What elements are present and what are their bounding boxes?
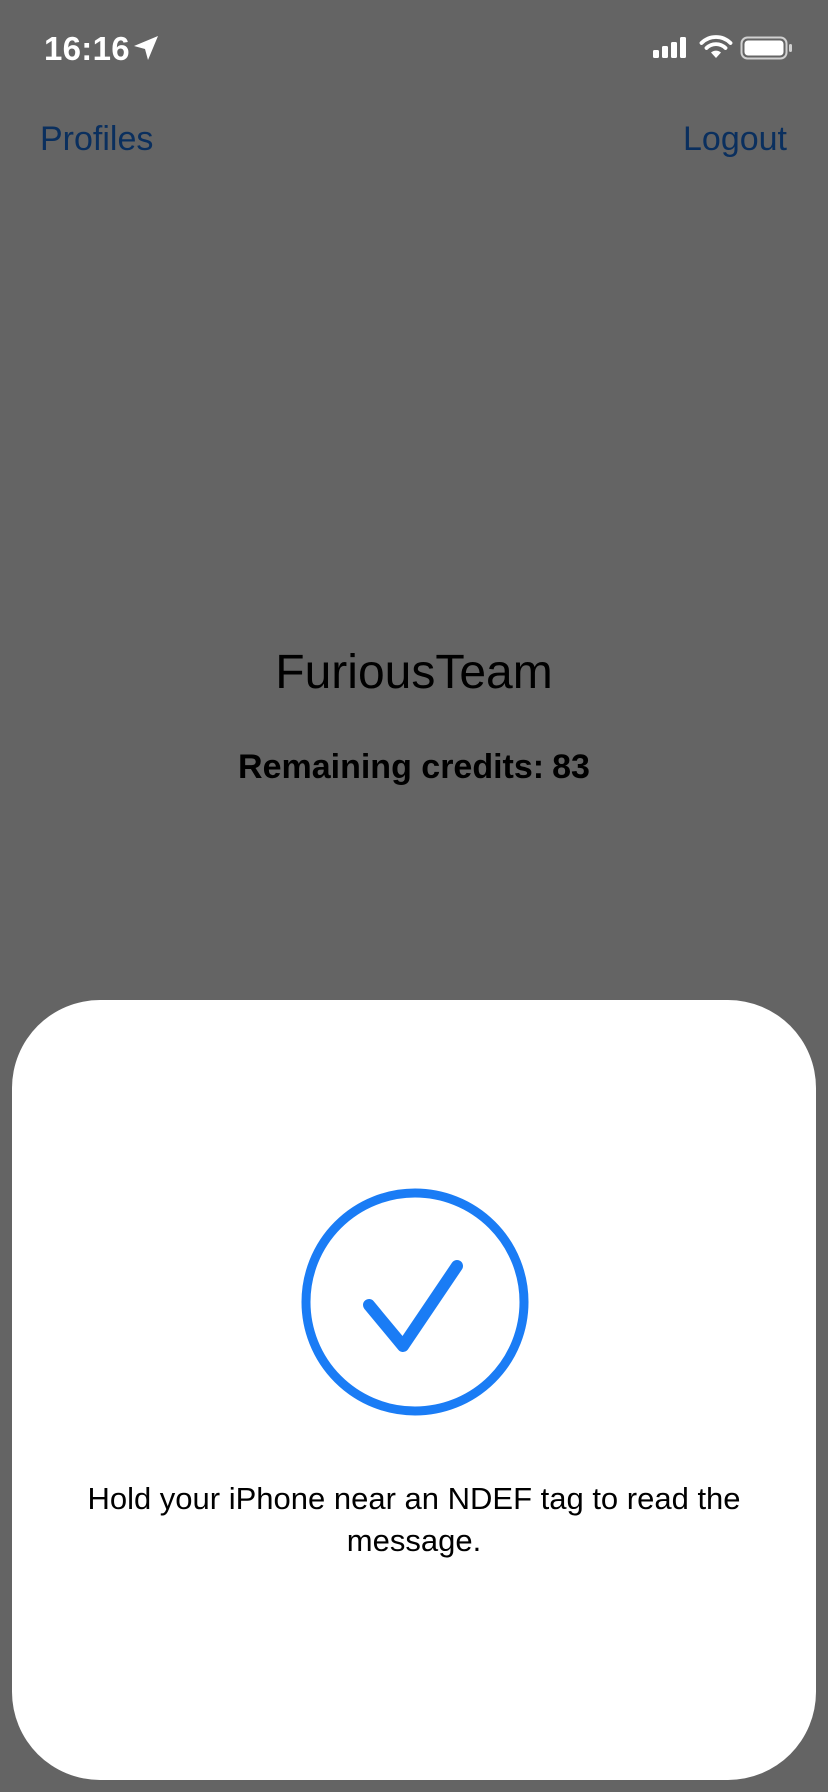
checkmark-circle-icon — [301, 1188, 529, 1416]
battery-icon — [740, 36, 792, 60]
credits-label: Remaining credits: — [238, 748, 545, 786]
nfc-instruction-text: Hold your iPhone near an NDEF tag to rea… — [87, 1481, 741, 1558]
logout-button[interactable]: Logout — [683, 120, 787, 159]
cellular-signal-icon — [653, 37, 686, 58]
status-time: 16:16 — [44, 30, 130, 67]
remaining-credits: Remaining credits: 83 — [0, 748, 828, 787]
status-bar: 16:16 — [0, 0, 828, 100]
app-screen: 16:16 Profiles Logout FuriousTeam Remain… — [0, 0, 828, 1792]
nfc-scan-sheet: Hold your iPhone near an NDEF tag to rea… — [12, 1000, 816, 1780]
credits-value: 83 — [552, 748, 590, 786]
profiles-button[interactable]: Profiles — [40, 120, 153, 159]
location-arrow-icon — [134, 36, 158, 60]
team-name-title: FuriousTeam — [275, 646, 553, 699]
wifi-icon — [699, 35, 733, 58]
